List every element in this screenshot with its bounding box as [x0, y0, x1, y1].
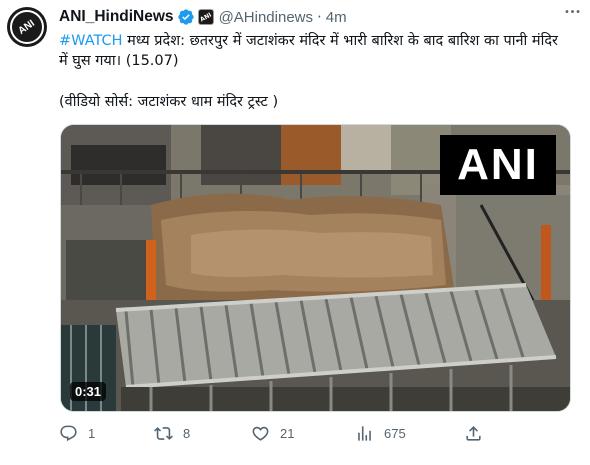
video-duration-badge: 0:31	[70, 382, 107, 401]
tweet-header: ANI_HindiNews ANI @AHindinews · 4m	[59, 6, 580, 28]
like-button[interactable]: 21	[251, 424, 294, 443]
avatar[interactable]: ANI	[7, 7, 47, 47]
video-player[interactable]: ANI 0:31	[60, 124, 571, 412]
share-button[interactable]	[464, 424, 483, 443]
retweet-icon	[154, 427, 173, 440]
verified-badge-icon[interactable]	[177, 8, 195, 26]
reply-icon	[60, 425, 77, 442]
ani-watermark-logo: ANI	[440, 135, 556, 195]
handle[interactable]: @AHindinews	[219, 9, 313, 26]
views-button[interactable]: 675	[355, 424, 406, 443]
share-icon	[466, 426, 481, 441]
views-chart-icon	[358, 426, 371, 441]
views-count: 675	[384, 426, 406, 441]
retweet-button[interactable]: 8	[154, 424, 190, 443]
ani-watermark-text: ANI	[457, 140, 539, 189]
tweet-actions: 1 8 21 675	[59, 424, 491, 446]
tweet-text: #WATCH मध्य प्रदेश: छतरपुर में जटाशंकर म…	[59, 31, 569, 71]
avatar-logo-text: ANI	[16, 17, 38, 37]
affiliate-badge-icon[interactable]: ANI	[197, 9, 214, 25]
affiliate-badge-text: ANI	[198, 10, 213, 24]
reply-button[interactable]: 1	[59, 424, 95, 443]
timestamp[interactable]: 4m	[326, 9, 347, 26]
hashtag-link[interactable]: #WATCH	[59, 33, 123, 49]
more-options-icon[interactable]	[563, 2, 582, 25]
heart-icon	[252, 426, 269, 441]
tweet-body: मध्य प्रदेश: छतरपुर में जटाशंकर मंदिर मे…	[59, 33, 558, 69]
display-name[interactable]: ANI_HindiNews	[59, 8, 174, 26]
video-source-text: (वीडियो सोर्स: जटाशंकर धाम मंदिर ट्रस्ट …	[59, 94, 279, 110]
reply-count: 1	[88, 426, 96, 441]
retweet-count: 8	[183, 426, 191, 441]
separator-dot: ·	[317, 8, 322, 26]
like-count: 21	[280, 426, 295, 441]
avatar-ring: ANI	[10, 10, 44, 44]
